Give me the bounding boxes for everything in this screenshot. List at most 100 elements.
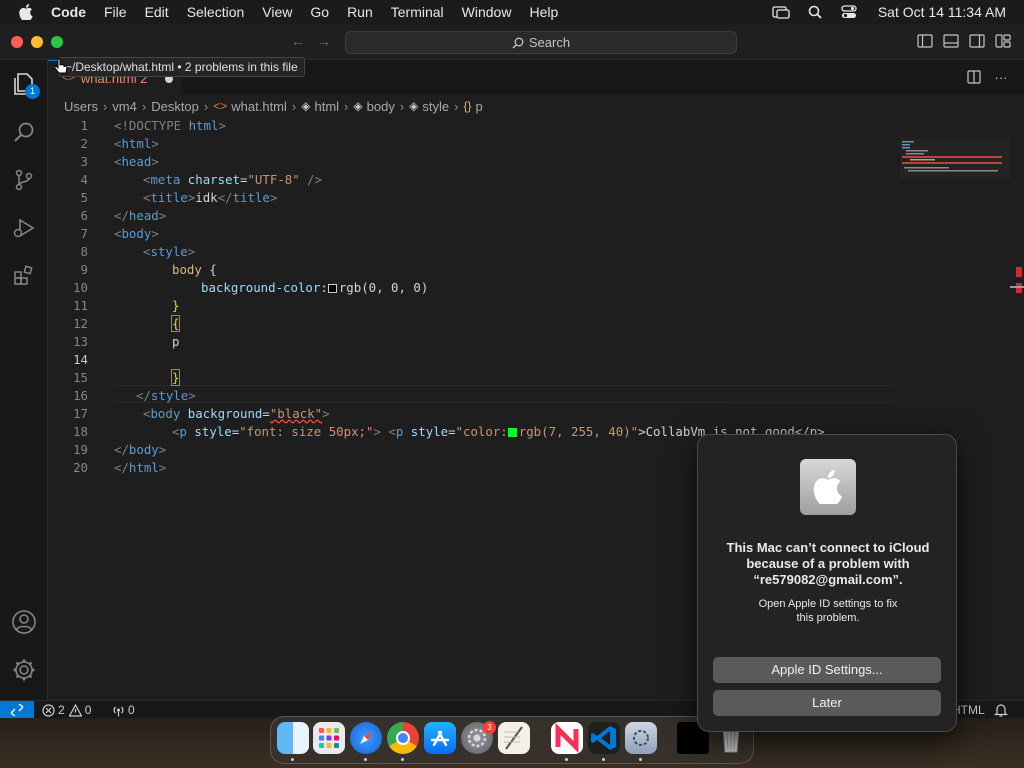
- remote-indicator-icon[interactable]: [0, 701, 34, 719]
- toggle-secondary-sidebar-icon[interactable]: [969, 34, 985, 48]
- line-number: 6: [80, 208, 88, 223]
- dock: 3: [270, 716, 754, 764]
- chrome-icon[interactable]: [387, 722, 419, 754]
- command-center-search[interactable]: Search: [345, 31, 737, 54]
- accounts-icon[interactable]: [0, 598, 48, 646]
- breadcrumb-p[interactable]: p: [476, 99, 483, 114]
- vscode-icon[interactable]: [588, 722, 620, 754]
- utility-icon[interactable]: [625, 722, 657, 754]
- window-minimize-button[interactable]: [31, 36, 43, 48]
- menu-terminal[interactable]: Terminal: [382, 0, 453, 24]
- ports-indicator[interactable]: 0: [112, 701, 135, 719]
- menu-edit[interactable]: Edit: [136, 0, 178, 24]
- more-actions-icon[interactable]: ···: [993, 70, 1009, 86]
- code-line: </head>: [114, 208, 167, 223]
- current-line-highlight: [114, 385, 894, 403]
- error-icon: [42, 703, 55, 717]
- code-line: body {: [172, 262, 217, 277]
- toggle-panel-icon[interactable]: [943, 34, 959, 48]
- menu-clock[interactable]: Sat Oct 14 11:34 AM: [878, 4, 1006, 20]
- activity-bar: 1: [0, 60, 48, 700]
- news-icon[interactable]: [551, 722, 583, 754]
- notifications-bell-icon[interactable]: [994, 703, 1008, 717]
- line-number: 12: [73, 316, 88, 331]
- later-button[interactable]: Later: [713, 690, 941, 716]
- code-line: p: [172, 334, 180, 349]
- line-number: 17: [73, 406, 88, 421]
- app-store-icon[interactable]: [424, 722, 456, 754]
- line-number: 14: [73, 352, 88, 367]
- source-control-icon[interactable]: [0, 156, 48, 204]
- warning-count: 0: [84, 703, 92, 717]
- code-line: <meta charset="UTF-8" />: [143, 172, 323, 187]
- breadcrumb-style[interactable]: style: [422, 99, 449, 114]
- code-line: }: [172, 298, 180, 313]
- line-number: 3: [80, 154, 88, 169]
- toggle-primary-sidebar-icon[interactable]: [917, 34, 933, 48]
- breadcrumb-vm4[interactable]: vm4: [112, 99, 137, 114]
- screen-mirroring-icon[interactable]: [770, 3, 792, 21]
- minimap[interactable]: [900, 139, 1010, 179]
- window-zoom-button[interactable]: [51, 36, 63, 48]
- element-cube-icon: ◈: [409, 99, 419, 113]
- launchpad-icon[interactable]: [313, 722, 345, 754]
- line-number: 10: [73, 280, 88, 295]
- code-line: </style>: [136, 388, 196, 403]
- line-number: 19: [73, 442, 88, 457]
- safari-icon[interactable]: [350, 722, 382, 754]
- apple-menu-icon[interactable]: [14, 0, 38, 24]
- line-number: 1: [80, 118, 88, 133]
- menu-window[interactable]: Window: [453, 0, 521, 24]
- problems-indicator[interactable]: 2 0: [42, 701, 91, 719]
- breadcrumb: Users › vm4 › Desktop › <> what.html › ◈ html ›…: [64, 98, 483, 114]
- code-line: <!DOCTYPE html>: [114, 118, 226, 133]
- customize-layout-icon[interactable]: [995, 34, 1011, 48]
- control-center-icon[interactable]: [838, 3, 860, 21]
- running-indicator: [639, 758, 642, 761]
- error-count: 2: [58, 703, 65, 717]
- code-line: background-color: rgb(0, 0, 0): [201, 280, 429, 295]
- menu-code[interactable]: Code: [42, 0, 95, 24]
- color-swatch-icon[interactable]: [327, 284, 337, 293]
- explorer-icon[interactable]: 1: [0, 60, 48, 108]
- window-close-button[interactable]: [11, 36, 23, 48]
- explorer-badge: 1: [25, 84, 40, 99]
- settings-badge: 3: [483, 721, 496, 734]
- manage-gear-icon[interactable]: [0, 646, 48, 694]
- forward-arrow-icon[interactable]: →: [315, 32, 333, 50]
- menu-file[interactable]: File: [95, 0, 136, 24]
- breadcrumb-body[interactable]: body: [367, 99, 395, 114]
- extensions-icon[interactable]: [0, 252, 48, 300]
- breadcrumb-users[interactable]: Users: [64, 99, 98, 114]
- dialog-message: Open Apple ID settings to fix this probl…: [758, 598, 898, 624]
- menu-view[interactable]: View: [253, 0, 301, 24]
- menu-selection[interactable]: Selection: [178, 0, 254, 24]
- line-number: 16: [73, 388, 88, 403]
- icloud-alert-dialog: This Mac can’t connect to iCloud because…: [697, 434, 957, 732]
- line-number: 2: [80, 136, 88, 151]
- menu-run[interactable]: Run: [338, 0, 382, 24]
- line-number: 9: [80, 262, 88, 277]
- line-number: 18: [73, 424, 88, 439]
- run-and-debug-icon[interactable]: [0, 204, 48, 252]
- line-number: 15: [73, 370, 88, 385]
- spotlight-icon[interactable]: [804, 3, 826, 21]
- line-number: 4: [80, 172, 88, 187]
- running-indicator: [364, 758, 367, 761]
- apple-id-settings-button[interactable]: Apple ID Settings...: [713, 657, 941, 683]
- search-view-icon[interactable]: [0, 108, 48, 156]
- search-label: Search: [528, 35, 571, 50]
- css-rule-icon: {}: [463, 99, 472, 113]
- running-indicator: [602, 758, 605, 761]
- menu-help[interactable]: Help: [520, 0, 567, 24]
- color-swatch-icon[interactable]: [507, 428, 517, 437]
- breadcrumb-file[interactable]: what.html: [231, 99, 287, 114]
- breadcrumb-desktop[interactable]: Desktop: [151, 99, 199, 114]
- code-line: <style>: [143, 244, 196, 259]
- textedit-icon[interactable]: [498, 722, 530, 754]
- back-arrow-icon[interactable]: ←: [289, 32, 307, 50]
- finder-icon[interactable]: [277, 722, 309, 754]
- menu-go[interactable]: Go: [301, 0, 338, 24]
- breadcrumb-html[interactable]: html: [314, 99, 339, 114]
- split-editor-icon[interactable]: [966, 70, 982, 86]
